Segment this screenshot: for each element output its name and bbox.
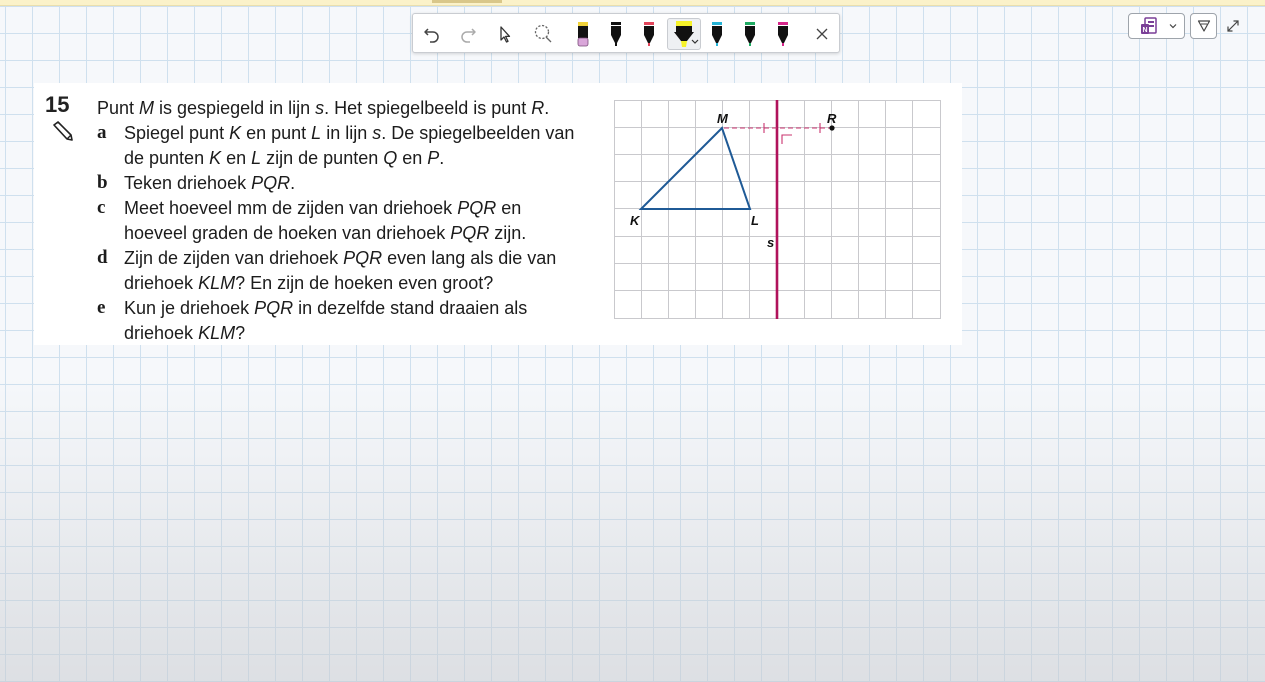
exercise-text: Punt M is gespiegeld in lijn s. Het spie…: [97, 96, 617, 346]
green-pen-icon: [745, 22, 755, 46]
onenote-icon: N: [1141, 17, 1157, 34]
point-r: [829, 125, 835, 131]
red-pen-tool[interactable]: [634, 18, 664, 50]
pointer-icon: [500, 26, 511, 43]
close-icon: [816, 28, 828, 40]
label-r: R: [827, 111, 837, 126]
select-button[interactable]: [490, 18, 520, 50]
drawing-toolbar: [412, 13, 840, 53]
worksheet-image: 15 Punt M is gespiegeld in lijn s. Het s…: [34, 83, 962, 345]
top-strip: [0, 0, 1265, 6]
red-pen-icon: [644, 22, 654, 46]
label-m: M: [717, 111, 729, 126]
green-pen-tool[interactable]: [735, 18, 765, 50]
black-pen-tool[interactable]: [601, 18, 631, 50]
svg-text:N: N: [1142, 27, 1147, 34]
exercise-number: 15: [45, 92, 70, 117]
eraser-icon: [577, 22, 589, 47]
exercise-intro: Punt M is gespiegeld in lijn s. Het spie…: [97, 98, 550, 118]
label-l: L: [751, 213, 759, 228]
blue-pen-tool[interactable]: [702, 18, 732, 50]
filter-icon: [1197, 20, 1210, 32]
filter-button[interactable]: [1190, 13, 1217, 39]
eraser-tool[interactable]: [568, 18, 598, 50]
expand-button[interactable]: [1224, 17, 1242, 35]
top-tab: [432, 0, 502, 3]
right-angle-mark: [781, 134, 792, 144]
question-a: a Spiegel punt K en punt L in lijn s. De…: [97, 122, 575, 143]
yellow-highlighter-tool[interactable]: [667, 18, 701, 50]
chevron-down-icon: [1169, 24, 1177, 29]
question-a-line2: de punten K en L zijn de punten Q en P.: [124, 148, 445, 168]
undo-icon: [424, 28, 439, 43]
undo-button[interactable]: [417, 18, 447, 50]
question-d: d Zijn de zijden van driehoek PQR even l…: [97, 247, 557, 268]
blue-pen-icon: [712, 22, 722, 46]
question-c-line2: hoeveel graden de hoeken van driehoek PQ…: [124, 223, 527, 243]
redo-icon: [461, 28, 476, 43]
label-s: s: [767, 235, 774, 250]
onenote-menu-button[interactable]: N: [1128, 13, 1185, 39]
close-toolbar-button[interactable]: [807, 18, 837, 50]
pink-pen-icon: [778, 22, 788, 46]
question-e: e Kun je driehoek PQR in dezelfde stand …: [97, 297, 528, 318]
lasso-button[interactable]: [528, 18, 558, 50]
question-d-line2: driehoek KLM? En zijn de hoeken even gro…: [124, 273, 494, 293]
label-k: K: [630, 213, 641, 228]
chevron-down-icon: [691, 39, 699, 44]
lasso-icon: [534, 24, 552, 43]
question-c: c Meet hoeveel mm de zijden van driehoek…: [97, 197, 522, 218]
question-b: b Teken driehoek PQR.: [97, 172, 296, 193]
pencil-icon: [53, 121, 73, 141]
question-e-line2: driehoek KLM?: [124, 323, 246, 343]
expand-icon: [1227, 20, 1239, 32]
pink-pen-tool[interactable]: [768, 18, 798, 50]
mirror-figure: M R K L s: [614, 100, 941, 319]
black-pen-icon: [611, 22, 621, 46]
redo-button[interactable]: [453, 18, 483, 50]
